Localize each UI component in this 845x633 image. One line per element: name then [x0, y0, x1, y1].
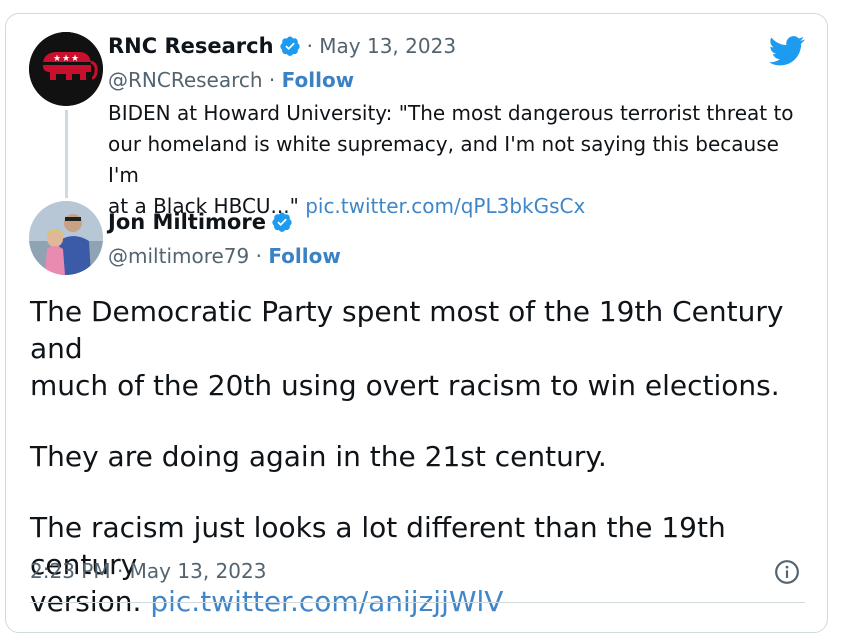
svg-text:★: ★ — [71, 54, 79, 64]
parent-handle[interactable]: @RNCResearch — [108, 68, 263, 92]
info-icon[interactable] — [774, 559, 800, 585]
parent-tweet-text: BIDEN at Howard University: "The most da… — [108, 98, 813, 222]
parent-media-link[interactable]: pic.twitter.com/qPL3bkGsCx — [305, 194, 585, 218]
main-handle[interactable]: @miltimore79 — [108, 244, 249, 268]
separator-dot: · — [262, 68, 282, 92]
svg-text:★: ★ — [62, 54, 70, 64]
follow-rnc-button[interactable]: Follow — [282, 68, 355, 92]
republican-elephant-logo: ★ ★ ★ — [29, 32, 103, 106]
tweet-timestamp[interactable]: 2:23 PM · May 13, 2023 — [30, 559, 266, 583]
parent-text-line: our homeland is white supremacy, and I'm… — [108, 132, 779, 187]
tweet-line: The Democratic Party spent most of the 1… — [30, 295, 784, 365]
avatar-jon-miltimore[interactable] — [29, 201, 103, 275]
twitter-bird-icon[interactable] — [769, 36, 805, 66]
main-author-name[interactable]: Jon Miltimore — [108, 210, 266, 234]
verified-badge-icon — [272, 212, 292, 232]
tweet-line: much of the 20th using overt racism to w… — [30, 369, 780, 402]
separator-dot: · — [249, 244, 269, 268]
tweet-line: They are doing again in the 21st century… — [30, 440, 607, 473]
divider — [30, 602, 805, 603]
parent-tweet-date[interactable]: · May 13, 2023 — [307, 34, 456, 58]
parent-text-line: BIDEN at Howard University: "The most da… — [108, 101, 794, 125]
main-handle-row: @miltimore79 · Follow — [108, 244, 341, 268]
verified-badge-icon — [279, 36, 300, 56]
parent-author-row: RNC Research · May 13, 2023 — [108, 34, 456, 58]
svg-text:★: ★ — [53, 54, 61, 64]
follow-jon-button[interactable]: Follow — [268, 244, 341, 268]
parent-handle-row: @RNCResearch · Follow — [108, 68, 354, 92]
parent-author-name[interactable]: RNC Research — [108, 34, 274, 58]
profile-photo — [29, 201, 103, 275]
thread-connector-line — [65, 110, 68, 198]
main-author-row: Jon Miltimore — [108, 210, 293, 234]
avatar-rnc-research[interactable]: ★ ★ ★ — [29, 32, 103, 106]
